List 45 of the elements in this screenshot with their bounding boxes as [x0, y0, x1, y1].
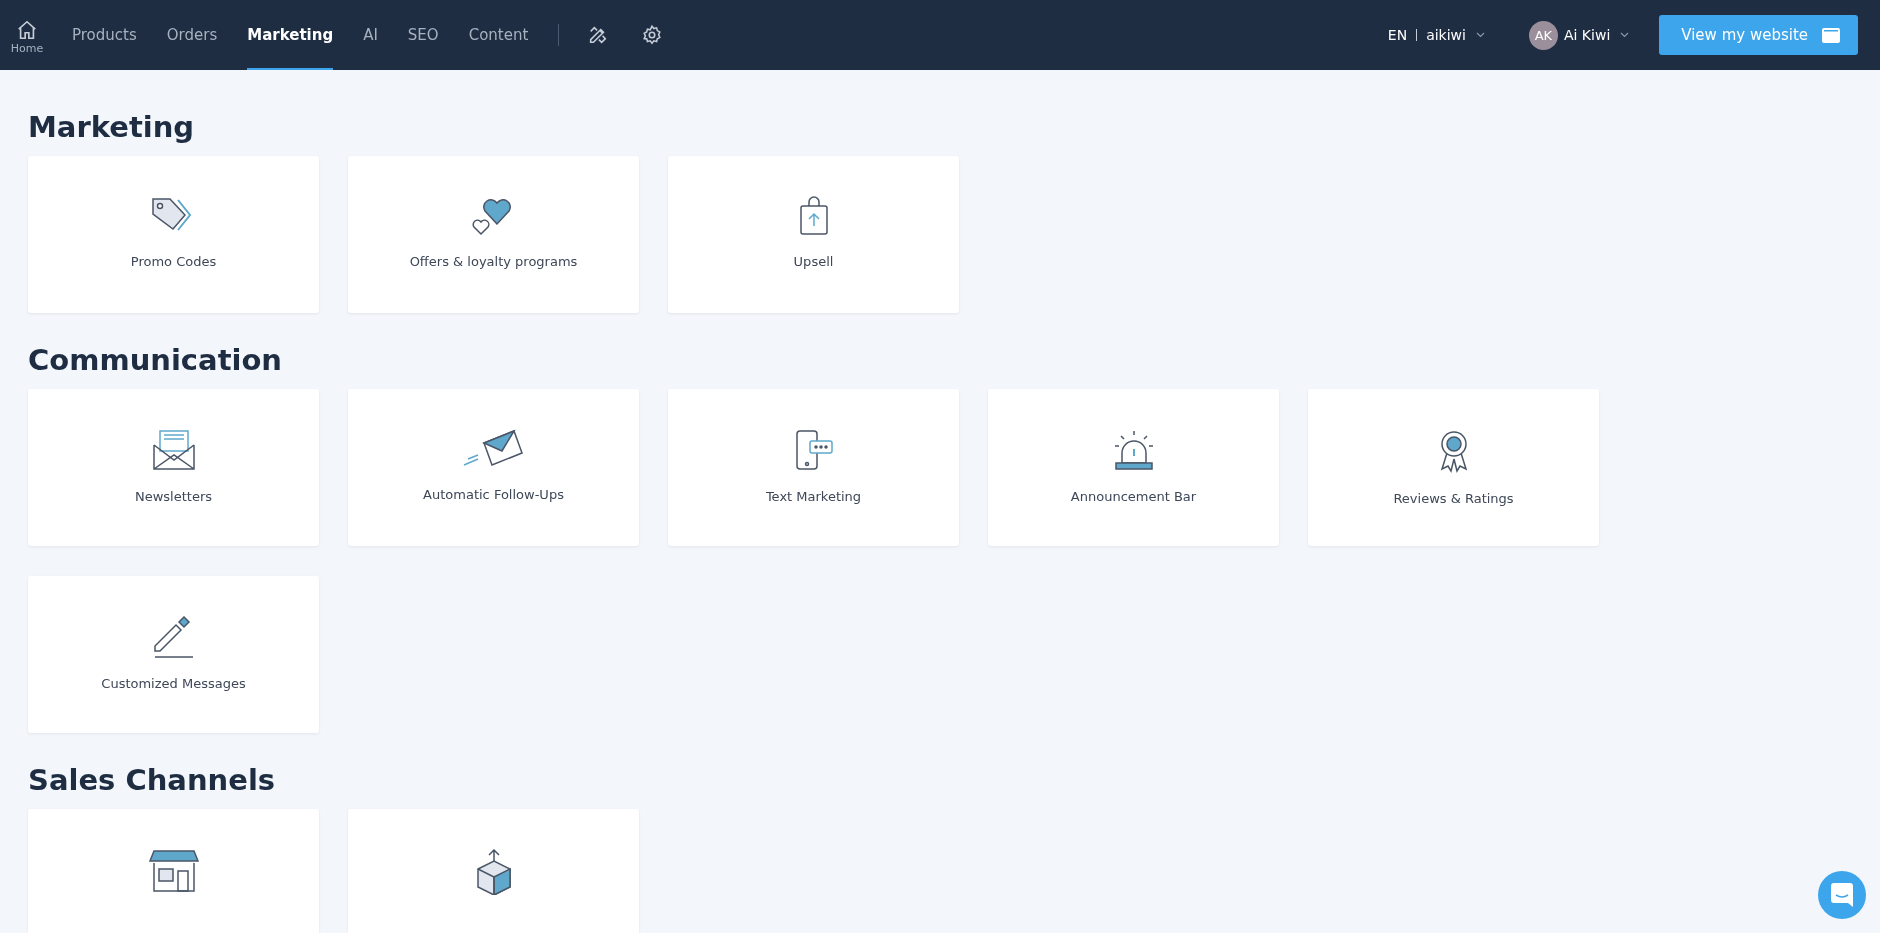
home-icon	[16, 19, 38, 41]
nav-tab[interactable]: AI	[363, 0, 378, 70]
card-label: Newsletters	[134, 489, 213, 504]
card-label: Promo Codes	[130, 254, 217, 269]
feature-card[interactable]: Upsell	[668, 156, 959, 313]
feature-card[interactable]: Customized Messages	[28, 576, 319, 733]
section-heading: Sales Channels	[28, 763, 277, 797]
card-label: Text Marketing	[765, 489, 862, 504]
newsletter-envelope-icon	[151, 429, 196, 471]
feature-card[interactable]: Reviews & Ratings	[1308, 389, 1599, 546]
card-label: Customized Messages	[101, 676, 246, 691]
phone-chat-icon	[793, 429, 834, 471]
feature-card[interactable]: Announcement Bar	[988, 389, 1279, 546]
home-link[interactable]: Home	[10, 19, 44, 55]
section-heading: Communication	[28, 343, 283, 377]
feature-card[interactable]: Promo Codes	[28, 156, 319, 313]
nav-tab[interactable]: Orders	[166, 0, 218, 70]
card-label: Automatic Follow-Ups	[423, 487, 564, 502]
settings-icon[interactable]	[641, 24, 664, 46]
card-label: Announcement Bar	[1070, 489, 1197, 504]
card-label: Offers & loyalty programs	[409, 254, 578, 269]
shopping-bag-icon	[797, 196, 830, 236]
user-menu[interactable]: Ai Kiwi	[1563, 27, 1611, 43]
feature-card[interactable]	[28, 809, 319, 933]
feature-card[interactable]: Automatic Follow-Ups	[348, 389, 639, 546]
nav-tab[interactable]: Products	[72, 0, 137, 70]
storefront-icon	[148, 849, 199, 893]
language-label[interactable]: EN	[1387, 27, 1408, 43]
envelope-icon	[461, 429, 526, 469]
nav-tab[interactable]: Content	[468, 0, 529, 70]
store-selector[interactable]: aikiwi	[1426, 27, 1466, 43]
nav-tab[interactable]: Marketing	[247, 0, 334, 70]
card-label: Upsell	[793, 254, 834, 269]
card-label: Reviews & Ratings	[1393, 491, 1514, 506]
chevron-down-icon	[1475, 32, 1485, 38]
feature-card[interactable]: Offers & loyalty programs	[348, 156, 639, 313]
chat-button[interactable]	[1818, 871, 1866, 919]
nav-tab[interactable]: SEO	[407, 0, 439, 70]
pencil-icon	[152, 616, 195, 658]
feature-card[interactable]: Newsletters	[28, 389, 319, 546]
browser-window-icon	[1822, 27, 1840, 43]
chat-icon	[1831, 883, 1853, 907]
chevron-down-icon	[1620, 32, 1630, 38]
feature-card[interactable]: Text Marketing	[668, 389, 959, 546]
section-heading: Marketing	[28, 110, 196, 144]
